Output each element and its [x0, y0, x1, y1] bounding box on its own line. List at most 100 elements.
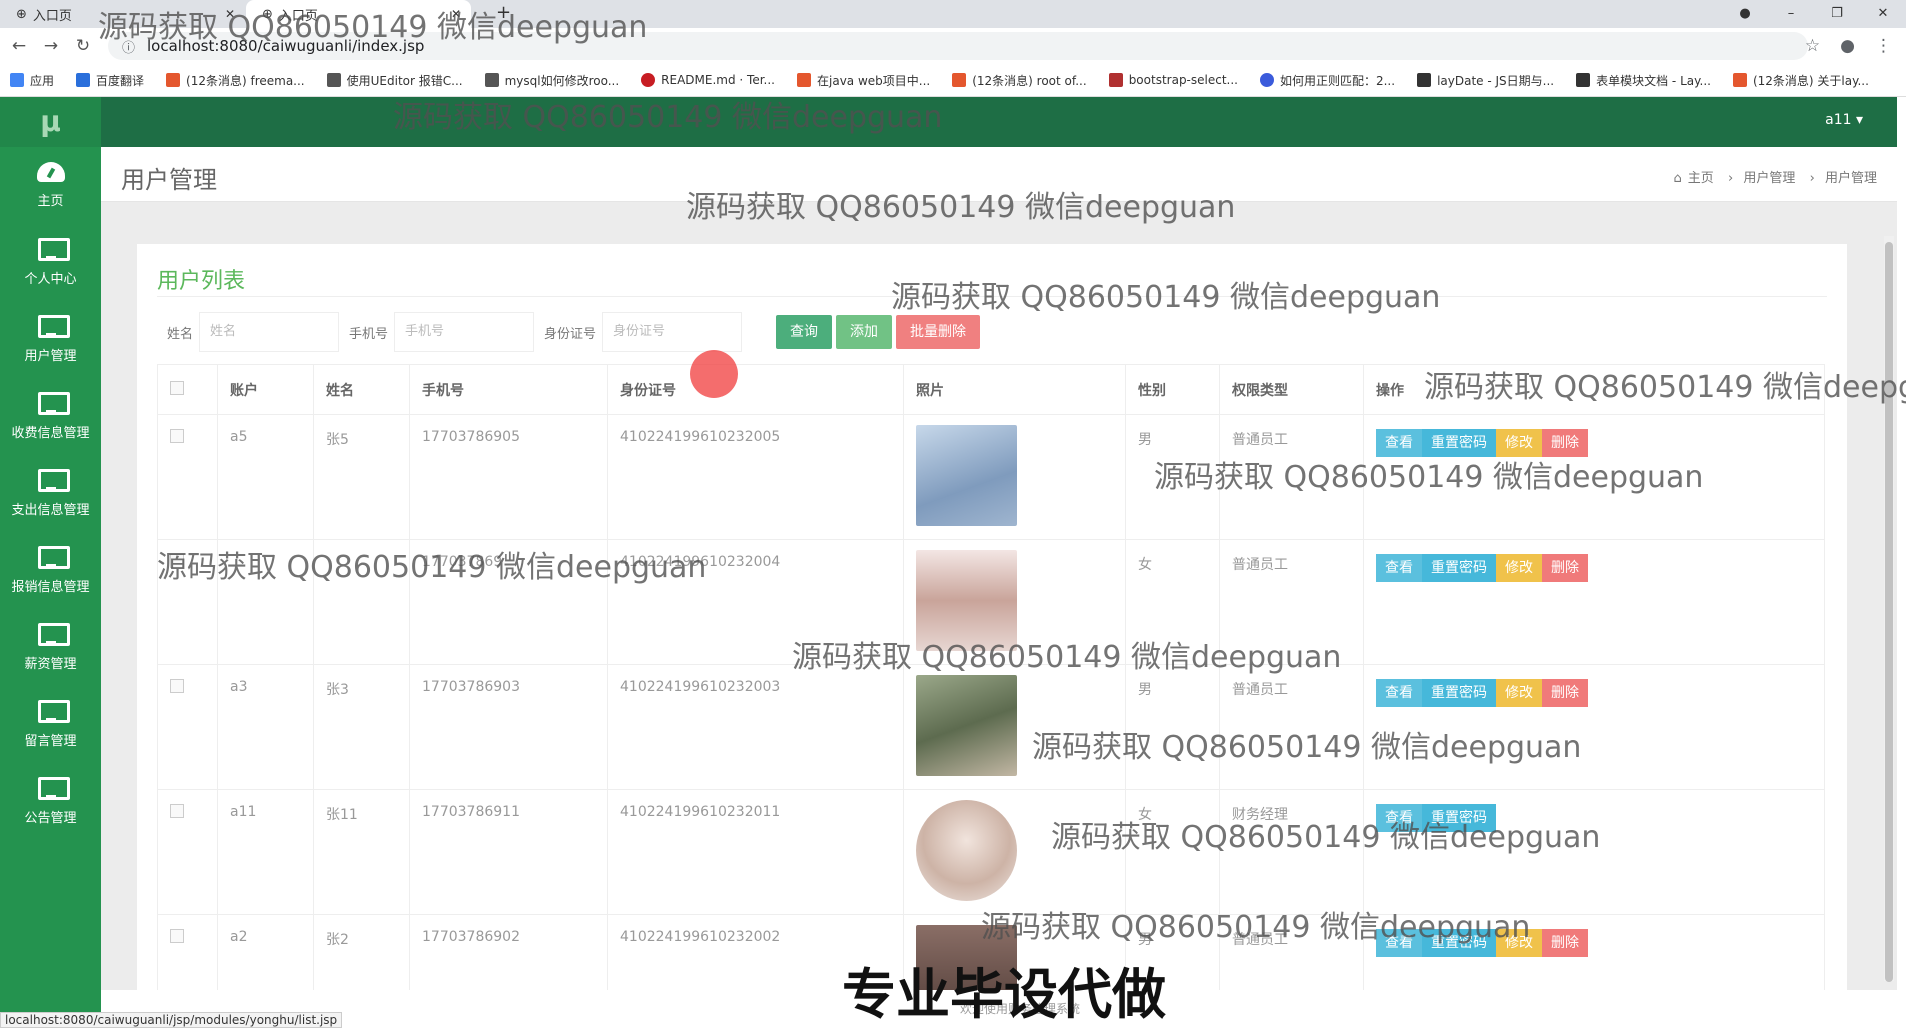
delete-button[interactable]: 删除 — [1542, 679, 1588, 707]
scrollbar-thumb[interactable] — [1885, 242, 1893, 982]
watermark: 源码获取 QQ86050149 微信deepguan — [1032, 730, 1582, 765]
cell-name: 张2 — [313, 914, 410, 990]
bookmark-item[interactable]: 应用 — [10, 72, 54, 89]
bookmark-item[interactable]: bootstrap-select... — [1108, 73, 1238, 87]
minimize-icon[interactable]: – — [1768, 0, 1814, 28]
monitor-icon — [37, 546, 70, 569]
bookmarks-bar: 应用 百度翻译 (12条消息) freema... 使用UEditor 报错C.… — [0, 64, 1906, 97]
row-checkbox[interactable] — [170, 679, 184, 693]
sidebar-item-income[interactable]: 收费信息管理 — [0, 378, 101, 455]
cell-name: 张5 — [313, 414, 410, 540]
back-icon[interactable]: ← — [6, 36, 32, 56]
bookmark-icon — [1732, 73, 1747, 87]
bookmark-item[interactable]: 表单模块文档 - Lay... — [1576, 72, 1711, 89]
breadcrumb-item[interactable]: 用户管理 — [1743, 171, 1795, 186]
row-checkbox[interactable] — [170, 804, 184, 818]
col-role[interactable]: 权限类型 — [1219, 364, 1364, 415]
bookmark-item[interactable]: README.md · Ter... — [641, 73, 775, 87]
query-button[interactable]: 查询 — [776, 315, 833, 349]
user-photo — [916, 800, 1017, 901]
reset-password-button[interactable]: 重置密码 — [1422, 554, 1496, 582]
bookmark-icon — [641, 73, 656, 87]
col-gender[interactable]: 性别 — [1125, 364, 1220, 415]
bookmark-item[interactable]: 在java web项目中... — [797, 72, 930, 89]
cell-phone: 17703786903 — [409, 664, 608, 790]
sidebar-item-reimburse[interactable]: 报销信息管理 — [0, 532, 101, 609]
user-photo — [916, 675, 1017, 776]
bookmark-item[interactable]: (12条消息) freema... — [166, 72, 305, 89]
select-all-checkbox[interactable] — [170, 380, 184, 395]
name-input[interactable]: 姓名 — [199, 312, 340, 352]
sidebar-item-messages[interactable]: 留言管理 — [0, 686, 101, 763]
bookmark-item[interactable]: 使用UEditor 报错C... — [326, 72, 463, 89]
sidebar-item-notices[interactable]: 公告管理 — [0, 763, 101, 840]
reload-icon[interactable]: ↻ — [70, 36, 96, 56]
row-checkbox[interactable] — [170, 429, 184, 443]
breadcrumb: ⌂ 主页 › 用户管理 › 用户管理 — [1667, 167, 1877, 186]
cell-account: a11 — [217, 789, 314, 915]
phone-input[interactable]: 手机号 — [394, 312, 535, 352]
list-title: 用户列表 — [157, 269, 246, 294]
edit-button[interactable]: 修改 — [1496, 554, 1542, 582]
view-button[interactable]: 查看 — [1376, 554, 1422, 582]
app-logo[interactable]: μ — [0, 97, 101, 147]
monitor-icon — [37, 777, 70, 800]
bookmark-icon — [1576, 73, 1591, 87]
view-button[interactable]: 查看 — [1376, 679, 1422, 707]
cell-idcard: 410224199610232005 — [607, 414, 904, 540]
user-list-card: 用户列表 姓名 姓名 手机号 手机号 身份证号 身份证号 查询 添加 批量删除 … — [137, 244, 1847, 990]
chevron-right-icon: › — [1723, 171, 1738, 186]
breadcrumb-home[interactable]: 主页 — [1688, 171, 1714, 186]
close-window-icon[interactable]: ✕ — [1860, 0, 1906, 28]
main-content: 用户列表 姓名 姓名 手机号 手机号 身份证号 身份证号 查询 添加 批量删除 … — [101, 202, 1897, 990]
cell-idcard: 410224199610232011 — [607, 789, 904, 915]
cell-phone: 17703786902 — [409, 914, 608, 990]
bookmark-item[interactable]: layDate - JS日期与... — [1417, 72, 1554, 89]
watermark: 源码获取 QQ86050149 微信deepguan — [686, 190, 1236, 225]
star-icon[interactable]: ☆ — [1805, 36, 1820, 56]
watermark: 源码获取 QQ86050149 微信deepguan — [1051, 820, 1601, 855]
profile-menu-icon[interactable]: ● — [1722, 0, 1768, 28]
watermark: 源码获取 QQ86050149 微信deepguan — [981, 910, 1531, 945]
user-menu[interactable]: a11 ▾ — [1825, 112, 1863, 128]
row-checkbox[interactable] — [170, 929, 184, 943]
bookmark-icon — [797, 73, 811, 87]
watermark-big: 专业毕设代做 — [842, 963, 1166, 1026]
user-photo — [916, 425, 1017, 526]
forward-icon[interactable]: → — [38, 36, 64, 56]
scrollbar[interactable] — [1884, 236, 1894, 982]
bookmark-icon — [1259, 73, 1274, 87]
col-idcard[interactable]: 身份证号 — [607, 364, 904, 415]
add-button[interactable]: 添加 — [836, 315, 893, 349]
bookmark-icon — [1417, 73, 1432, 87]
cell-account: a3 — [217, 664, 314, 790]
bookmark-item[interactable]: mysql如何修改roo... — [484, 72, 619, 89]
bookmark-item[interactable]: 百度翻译 — [76, 72, 144, 89]
edit-button[interactable]: 修改 — [1496, 679, 1542, 707]
idcard-input[interactable]: 身份证号 — [602, 312, 743, 352]
sidebar-item-salary[interactable]: 薪资管理 — [0, 609, 101, 686]
apps-icon — [10, 73, 24, 87]
sidebar-item-expense[interactable]: 支出信息管理 — [0, 455, 101, 532]
col-name[interactable]: 姓名 — [313, 364, 410, 415]
watermark: 源码获取 QQ86050149 微信deepguan — [98, 10, 648, 45]
breadcrumb-current: 用户管理 — [1824, 171, 1877, 186]
phone-label: 手机号 — [349, 326, 389, 342]
bookmark-item[interactable]: 如何用正则匹配：2... — [1259, 72, 1395, 89]
sidebar-item-profile[interactable]: 个人中心 — [0, 224, 101, 301]
bookmark-item[interactable]: (12条消息) 关于lay... — [1732, 72, 1869, 89]
sidebar-item-home[interactable]: 主页 — [0, 147, 101, 224]
col-phone[interactable]: 手机号 — [409, 364, 608, 415]
restore-icon[interactable]: ❐ — [1814, 0, 1860, 28]
bookmark-icon — [952, 73, 967, 87]
batch-delete-button[interactable]: 批量删除 — [896, 315, 981, 349]
sidebar-item-users[interactable]: 用户管理 — [0, 301, 101, 378]
delete-button[interactable]: 删除 — [1542, 554, 1588, 582]
col-account[interactable]: 账户 — [217, 364, 314, 415]
monitor-icon — [37, 315, 70, 338]
delete-button[interactable]: 删除 — [1542, 929, 1588, 957]
account-icon[interactable]: ● — [1840, 36, 1855, 56]
reset-password-button[interactable]: 重置密码 — [1422, 679, 1496, 707]
more-icon[interactable]: ⋮ — [1875, 36, 1892, 56]
bookmark-item[interactable]: (12条消息) root of... — [952, 72, 1087, 89]
